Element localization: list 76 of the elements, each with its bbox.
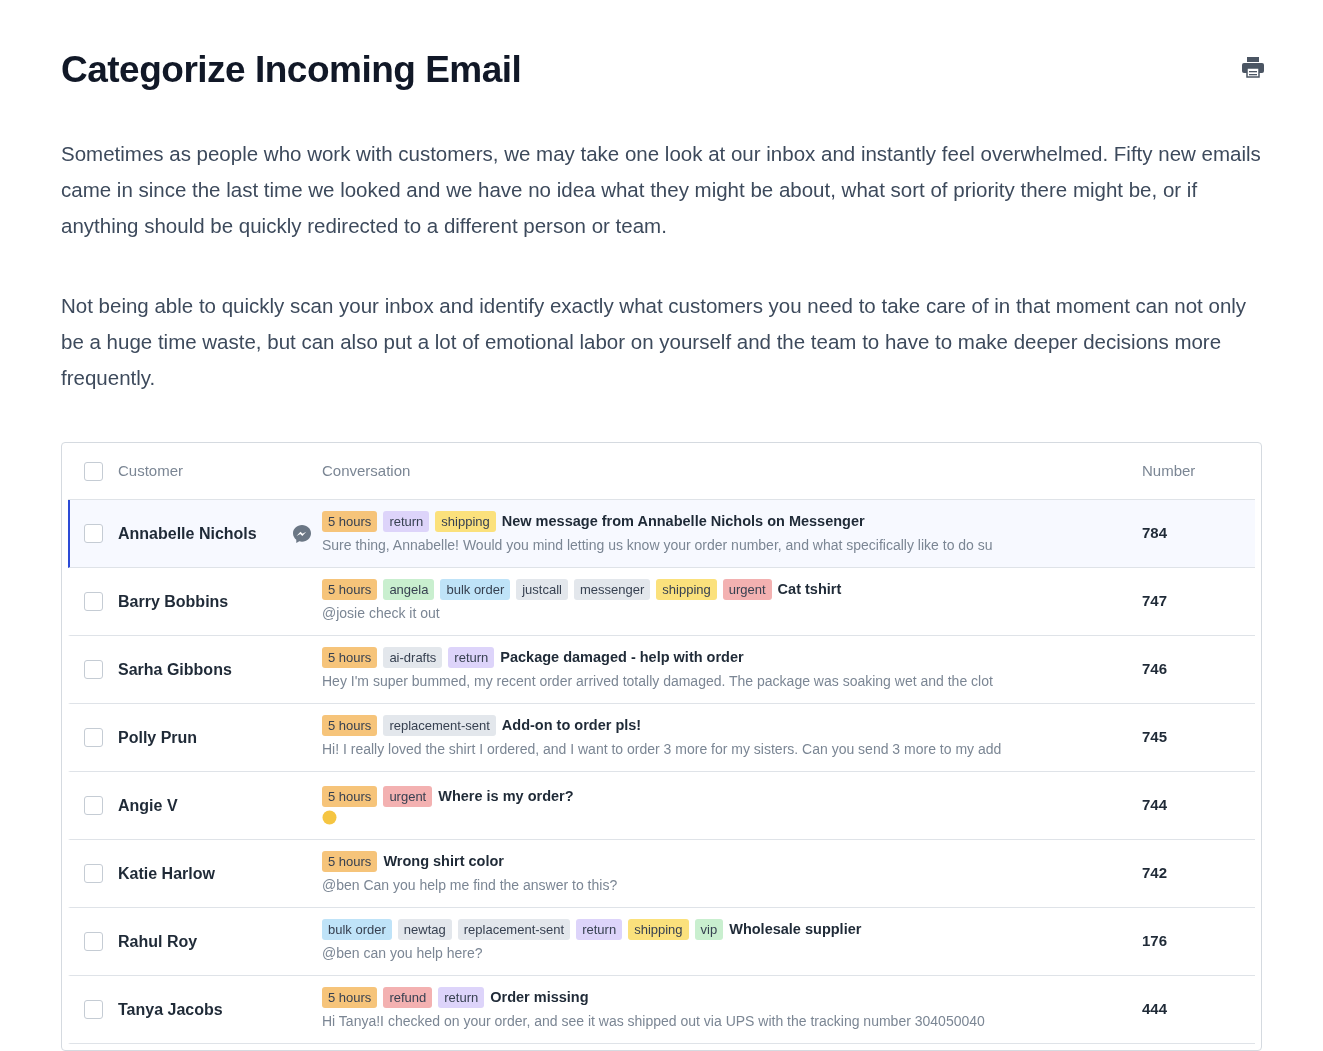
conversation-subject: Order missing bbox=[490, 987, 589, 1007]
tag[interactable]: newtag bbox=[397, 919, 452, 940]
checkbox[interactable] bbox=[84, 932, 103, 951]
conversation-subject: Package damaged - help with order bbox=[500, 647, 744, 667]
tag[interactable]: 5 hours bbox=[322, 987, 378, 1008]
tag[interactable]: return bbox=[438, 987, 485, 1008]
column-header: Customer bbox=[118, 460, 185, 481]
print-icon[interactable] bbox=[1241, 56, 1265, 78]
table-row[interactable] bbox=[68, 500, 1255, 568]
customer-name: Barry Bobbins bbox=[118, 591, 229, 612]
paragraph: Sometimes as people who work with customers, we may take one look at our inbox and instantly feel overwhelmed. Fifty new emails came in since the last time we looked and we have no idea what they might be about, what sort of priority there might be, or if anything should be quickly redirected to a different person or team. bbox=[61, 141, 1262, 239]
tag[interactable]: return bbox=[576, 919, 623, 940]
tag[interactable]: refund bbox=[383, 987, 433, 1008]
column-header: Conversation bbox=[322, 460, 412, 481]
customer-name: Katie Harlow bbox=[118, 863, 215, 884]
tag[interactable]: bulk order bbox=[322, 919, 392, 940]
tag[interactable]: shipping bbox=[656, 579, 717, 600]
checkbox[interactable] bbox=[84, 660, 103, 679]
checkbox[interactable] bbox=[84, 1000, 103, 1019]
tag[interactable]: justcall bbox=[516, 579, 568, 600]
checkbox[interactable] bbox=[84, 592, 103, 611]
message-preview: Hi Tanya!I checked on your order, and see it was shipped out via UPS with the tracking number 304050040 bbox=[322, 1012, 985, 1032]
column-header: Number bbox=[1142, 460, 1196, 481]
page-title: Categorize Incoming Email bbox=[61, 48, 522, 92]
checkbox[interactable] bbox=[84, 524, 103, 543]
message-preview: @ben can you help here? bbox=[322, 944, 483, 964]
customer-name: Annabelle Nichols bbox=[118, 523, 257, 544]
checkbox[interactable] bbox=[84, 728, 103, 747]
conversation-subject: Cat tshirt bbox=[777, 579, 842, 599]
conversation-subject: Add-on to order pls! bbox=[501, 715, 642, 735]
checkbox[interactable] bbox=[84, 796, 103, 815]
emoji-icon bbox=[322, 810, 337, 826]
conversation-subject: Where is my order? bbox=[438, 786, 574, 806]
conversation-number: 784 bbox=[1142, 523, 1168, 544]
customer-name: Rahul Roy bbox=[118, 931, 198, 952]
tag[interactable]: return bbox=[383, 511, 430, 532]
tag[interactable]: urgent bbox=[383, 786, 433, 807]
tag[interactable]: 5 hours bbox=[322, 511, 378, 532]
conversation-subject: New message from Annabelle Nichols on Messenger bbox=[501, 511, 865, 531]
tag[interactable]: 5 hours bbox=[322, 647, 378, 668]
message-preview: Hi! I really loved the shirt I ordered, and I want to order 3 more for my sisters. Can you send 3 more to my add bbox=[322, 740, 1002, 760]
conversation-number: 744 bbox=[1142, 795, 1168, 816]
customer-name: Polly Prun bbox=[118, 727, 198, 748]
tag[interactable]: shipping bbox=[628, 919, 689, 940]
tag[interactable]: shipping bbox=[435, 511, 496, 532]
conversation-number: 444 bbox=[1142, 999, 1168, 1020]
tag[interactable]: 5 hours bbox=[322, 579, 378, 600]
tag[interactable]: 5 hours bbox=[322, 786, 378, 807]
message-preview: @josie check it out bbox=[322, 604, 440, 624]
conversation-number: 747 bbox=[1142, 591, 1168, 612]
customer-name: Sarha Gibbons bbox=[118, 659, 232, 680]
tag[interactable]: urgent bbox=[722, 579, 772, 600]
customer-name: Angie V bbox=[118, 795, 178, 816]
tag[interactable]: replacement-sent bbox=[457, 919, 571, 940]
tag[interactable]: 5 hours bbox=[322, 851, 378, 872]
checkbox[interactable] bbox=[84, 864, 103, 883]
tag[interactable]: return bbox=[448, 647, 495, 668]
tag[interactable]: replacement-sent bbox=[383, 715, 496, 736]
tag[interactable]: bulk order bbox=[440, 579, 511, 600]
tag[interactable]: messenger bbox=[574, 579, 651, 600]
conversation-subject: Wholesale supplier bbox=[729, 919, 862, 939]
tag[interactable]: ai-drafts bbox=[383, 647, 443, 668]
tag[interactable]: angela bbox=[383, 579, 435, 600]
checkbox[interactable] bbox=[84, 461, 103, 481]
conversation-number: 746 bbox=[1142, 659, 1168, 680]
tag[interactable]: vip bbox=[694, 919, 724, 940]
tag[interactable]: 5 hours bbox=[322, 715, 378, 736]
customer-name: Tanya Jacobs bbox=[118, 999, 223, 1020]
conversation-subject: Wrong shirt color bbox=[383, 851, 504, 871]
conversation-number: 742 bbox=[1142, 863, 1168, 884]
message-preview: @ben Can you help me find the answer to this? bbox=[322, 876, 618, 896]
conversation-number: 745 bbox=[1142, 727, 1168, 748]
conversation-number: 176 bbox=[1142, 931, 1168, 952]
paragraph: Not being able to quickly scan your inbox and identify exactly what customers you need to take care of in that moment can not only be a huge time waste, but can also put a lot of emotional labor on yourself and the team to have to make deeper decisions more frequently. bbox=[61, 293, 1248, 391]
message-preview: Sure thing, Annabelle! Would you mind letting us know your order number, and what specifically like to do su bbox=[322, 536, 993, 556]
message-preview: Hey I'm super bummed, my recent order arrived totally damaged. The package was soaking wet and the clot bbox=[322, 672, 993, 692]
